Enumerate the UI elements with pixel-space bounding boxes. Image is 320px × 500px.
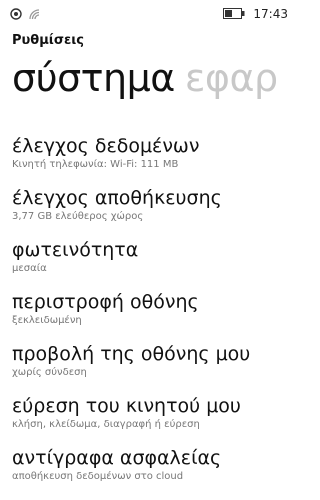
setting-subtitle: ξεκλειδωμένη [12, 315, 82, 326]
setting-title: φωτεινότητα [12, 239, 139, 261]
status-right: 17:43 [223, 4, 288, 23]
app-title: Ρυθμίσεις [12, 33, 85, 48]
setting-brightness[interactable]: φωτεινότητα μεσαία [12, 238, 297, 289]
setting-subtitle: μεσαία [12, 263, 47, 274]
setting-subtitle: χωρίς σύνδεση [12, 367, 87, 378]
setting-title: έλεγχος δεδομένων [12, 135, 200, 157]
settings-list: έλεγχος δεδομένων Κινητή τηλεφωνία: Wi-F… [12, 134, 297, 498]
setting-subtitle: κλήση, κλείδωμα, διαγραφή ή εύρεση [12, 419, 200, 430]
setting-backup[interactable]: αντίγραφα ασφαλείας αποθήκευση δεδομένων… [12, 446, 297, 497]
sim-signal-icon [10, 5, 22, 24]
status-left [10, 5, 42, 24]
setting-storage-sense[interactable]: έλεγχος αποθήκευσης 3,77 GB ελεύθερος χώ… [12, 186, 297, 237]
setting-subtitle: 3,77 GB ελεύθερος χώρος [12, 211, 144, 222]
setting-subtitle: Κινητή τηλεφωνία: Wi-Fi: 111 MB [12, 159, 179, 170]
setting-project-my-screen[interactable]: προβολή της οθόνης μου χωρίς σύνδεση [12, 342, 297, 393]
setting-title: προβολή της οθόνης μου [12, 343, 251, 365]
pivot-tab-system[interactable]: σύστημα [12, 56, 175, 100]
battery-icon [223, 4, 245, 23]
setting-screen-rotation[interactable]: περιστροφή οθόνης ξεκλειδωμένη [12, 290, 297, 341]
setting-title: περιστροφή οθόνης [12, 291, 199, 313]
setting-subtitle: αποθήκευση δεδομένων στο cloud [12, 471, 184, 482]
setting-title: εύρεση του κινητού μου [12, 395, 241, 417]
status-bar: 17:43 [0, 0, 300, 24]
setting-data-sense[interactable]: έλεγχος δεδομένων Κινητή τηλεφωνία: Wi-F… [12, 134, 297, 185]
pivot-header: σύστημα εφαρ [12, 54, 278, 102]
clock: 17:43 [253, 6, 288, 21]
setting-title: αντίγραφα ασφαλείας [12, 447, 222, 469]
setting-find-my-phone[interactable]: εύρεση του κινητού μου κλήση, κλείδωμα, … [12, 394, 297, 445]
pivot-tab-next[interactable]: εφαρ [185, 56, 278, 100]
setting-title: έλεγχος αποθήκευσης [12, 187, 222, 209]
wifi-icon [28, 5, 42, 24]
